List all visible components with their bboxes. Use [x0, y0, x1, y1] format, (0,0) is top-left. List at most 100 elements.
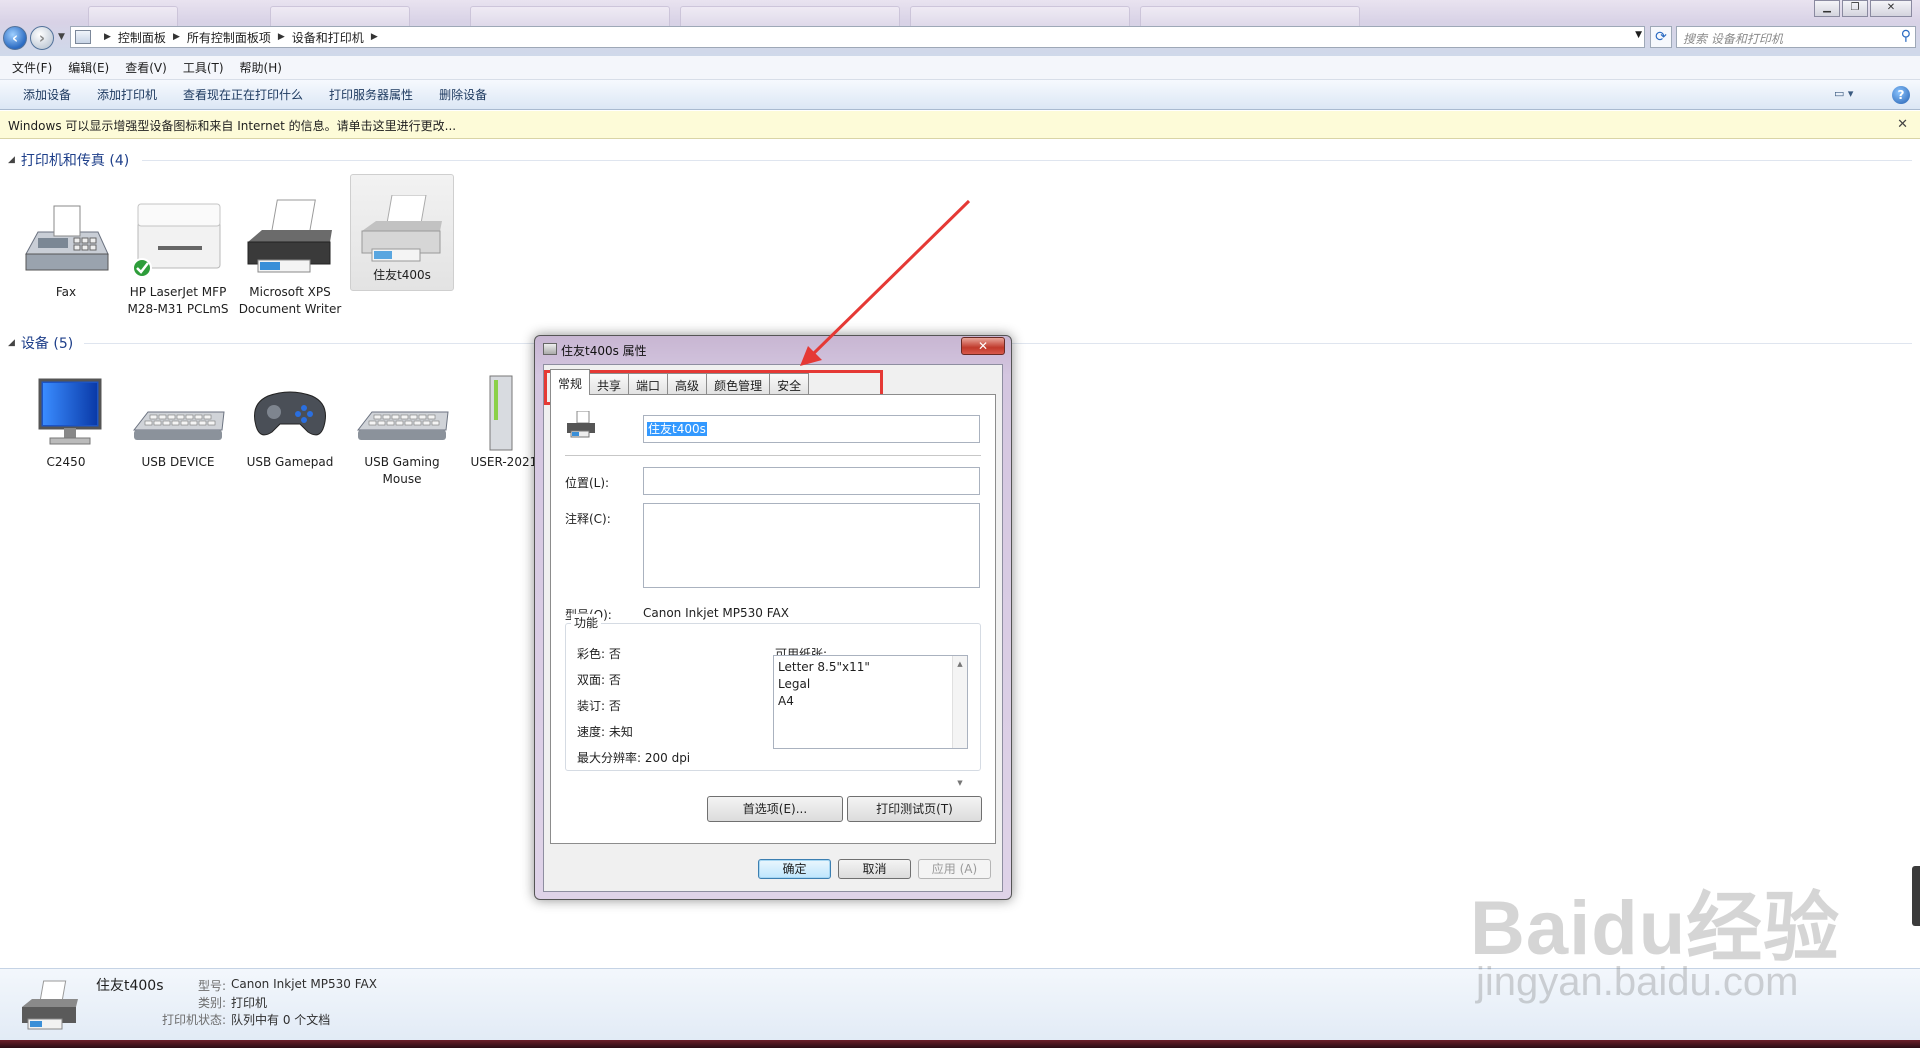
selected-device-name: 住友t400s [96, 978, 164, 994]
breadcrumb-devices-printers[interactable]: 设备和打印机 [292, 29, 364, 46]
menu-edit[interactable]: 编辑(E) [60, 59, 117, 76]
device-label: Microsoft XPS Document Writer [238, 285, 342, 316]
dialog-close-button[interactable]: ✕ [961, 337, 1005, 355]
device-label: USB DEVICE [141, 455, 215, 469]
print-test-page-button[interactable]: 打印测试页(T) [847, 796, 982, 822]
info-bar-text: Windows 可以显示增强型设备图标和来自 Internet 的信息。请单击这… [8, 119, 457, 133]
see-whats-printing-button[interactable]: 查看现在正在打印什么 [170, 86, 316, 103]
print-server-properties-button[interactable]: 打印服务器属性 [316, 86, 426, 103]
change-view-icon[interactable]: ▭ ▾ [1834, 87, 1864, 103]
window-controls: ▁ ❐ ✕ [1812, 0, 1912, 18]
remove-device-button[interactable]: 删除设备 [426, 86, 500, 103]
window-chrome: ▁ ❐ ✕ ‹ › ▼ ▶ 控制面板 ▶ 所有控制面板项 ▶ 设备和打印机 ▶ … [0, 0, 1920, 56]
paper-list[interactable]: Letter 8.5"x11" Legal A4 ▲ ▼ [773, 655, 968, 787]
collapse-triangle-icon[interactable]: ◢ [8, 338, 15, 348]
device-label: Fax [55, 285, 77, 299]
chevron-right-icon[interactable]: ▶ [104, 32, 111, 42]
restore-button[interactable]: ❐ [1842, 0, 1868, 17]
keyboard-icon [130, 374, 226, 454]
dialog-title: 住友t400s 属性 [561, 344, 647, 358]
scrollbar[interactable]: ▲ ▼ [952, 656, 967, 787]
chevron-right-icon[interactable]: ▶ [173, 32, 180, 42]
printers-group-header[interactable]: ◢ 打印机和传真 (4) [8, 150, 129, 170]
address-dropdown-icon[interactable]: ▼ [1635, 30, 1642, 40]
tab-general[interactable]: 常规 [550, 369, 591, 395]
info-bar[interactable]: Windows 可以显示增强型设备图标和来自 Internet 的信息。请单击这… [0, 111, 1920, 139]
menu-view[interactable]: 查看(V) [117, 59, 175, 76]
feature-color: 彩色: 否 [577, 647, 621, 661]
printers-group-title: 打印机和传真 (4) [20, 153, 130, 169]
feature-staple: 装订: 否 [577, 699, 621, 713]
feature-duplex: 双面: 否 [577, 673, 621, 687]
taskbar [0, 1040, 1920, 1048]
chevron-right-icon[interactable]: ▶ [278, 32, 285, 42]
breadcrumb-control-panel[interactable]: 控制面板 [118, 29, 166, 46]
printer-icon [242, 196, 338, 284]
printer-name-value: 住友t400s [647, 422, 707, 436]
ok-button[interactable]: 确定 [758, 859, 831, 879]
paper-item[interactable]: Legal [778, 676, 963, 693]
device-label: USB Gamepad [246, 455, 334, 469]
device-sumitomo-t400s[interactable]: 住友t400s [350, 174, 454, 291]
status-val: 队列中有 0 个文档 [231, 1013, 331, 1027]
fax-icon [18, 196, 114, 284]
model-val: Canon Inkjet MP530 FAX [231, 977, 377, 991]
add-printer-button[interactable]: 添加打印机 [84, 86, 170, 103]
address-bar[interactable]: ▶ 控制面板 ▶ 所有控制面板项 ▶ 设备和打印机 ▶ ▼ [70, 26, 1645, 48]
general-tab-panel: 住友t400s 位置(L): 注释(C): 型号(O): Canon Inkje… [550, 394, 996, 844]
comment-field[interactable] [643, 503, 980, 588]
device-label: USB Gaming Mouse [364, 455, 440, 486]
close-window-button[interactable]: ✕ [1870, 0, 1912, 17]
close-icon[interactable]: ✕ [1897, 117, 1908, 132]
location-field[interactable] [643, 467, 980, 495]
minimize-button[interactable]: ▁ [1814, 0, 1840, 17]
model-value: Canon Inkjet MP530 FAX [643, 606, 789, 620]
location-label: 位置(L): [565, 476, 610, 490]
feature-speed: 速度: 未知 [577, 725, 633, 739]
navigation-bar: ‹ › ▼ ▶ 控制面板 ▶ 所有控制面板项 ▶ 设备和打印机 ▶ ▼ ⟳ 搜索… [0, 22, 1920, 52]
help-icon[interactable]: ? [1892, 86, 1910, 104]
device-label: HP LaserJet MFP M28-M31 PCLmS [127, 285, 229, 316]
recent-pages-dropdown-icon[interactable]: ▼ [58, 32, 65, 42]
category-key: 类别: [197, 996, 226, 1010]
refresh-button[interactable]: ⟳ [1650, 26, 1672, 48]
add-device-button[interactable]: 添加设备 [10, 86, 84, 103]
comment-label: 注释(C): [565, 512, 611, 526]
forward-button[interactable]: › [30, 26, 54, 50]
feature-max-resolution: 最大分辨率: 200 dpi [577, 751, 691, 765]
paper-item[interactable]: A4 [778, 693, 963, 710]
printer-icon [18, 979, 82, 1033]
printer-name-field[interactable]: 住友t400s [643, 415, 980, 443]
menu-bar: 文件(F) 编辑(E) 查看(V) 工具(T) 帮助(H) [0, 56, 1920, 80]
control-panel-icon [75, 30, 91, 44]
baidu-watermark: Baidu经验 jingyan.baidu.com [1470, 840, 1850, 1010]
device-hp-laserjet[interactable]: HP LaserJet MFP M28-M31 PCLmS [126, 196, 230, 318]
watermark-url: jingyan.baidu.com [1476, 960, 1799, 1004]
search-input[interactable]: 搜索 设备和打印机 ⚲ [1676, 26, 1916, 48]
back-button[interactable]: ‹ [3, 26, 27, 50]
device-usb-gaming-mouse[interactable]: USB Gaming Mouse [350, 374, 454, 488]
collapse-triangle-icon[interactable]: ◢ [8, 155, 15, 165]
device-monitor-c2450[interactable]: C2450 [14, 374, 118, 471]
menu-file[interactable]: 文件(F) [4, 59, 60, 76]
printer-icon [543, 343, 557, 355]
apply-button[interactable]: 应用 (A) [918, 859, 991, 879]
chevron-right-icon[interactable]: ▶ [371, 32, 378, 42]
preferences-button[interactable]: 首选项(E)... [707, 796, 843, 822]
menu-help[interactable]: 帮助(H) [232, 59, 290, 76]
menu-tools[interactable]: 工具(T) [175, 59, 232, 76]
device-usb-gamepad[interactable]: USB Gamepad [238, 374, 342, 471]
printer-properties-dialog: 住友t400s 属性 ✕ 常规 共享 端口 高级 颜色管理 安全 住友t400s [534, 335, 1012, 900]
paper-item[interactable]: Letter 8.5"x11" [778, 659, 963, 676]
breadcrumb-all-items[interactable]: 所有控制面板项 [187, 29, 271, 46]
device-usb-keyboard[interactable]: USB DEVICE [126, 374, 230, 471]
laser-printer-icon [130, 196, 226, 284]
device-xps-writer[interactable]: Microsoft XPS Document Writer [238, 196, 342, 318]
side-handle[interactable] [1912, 866, 1920, 926]
dialog-body: 常规 共享 端口 高级 颜色管理 安全 住友t400s 位置(L): 注释(C)… [543, 364, 1003, 892]
devices-group-header[interactable]: ◢ 设备 (5) [8, 333, 73, 353]
devices-group-title: 设备 (5) [20, 336, 74, 352]
search-icon[interactable]: ⚲ [1901, 28, 1911, 44]
cancel-button[interactable]: 取消 [838, 859, 911, 879]
device-fax[interactable]: Fax [14, 196, 118, 301]
